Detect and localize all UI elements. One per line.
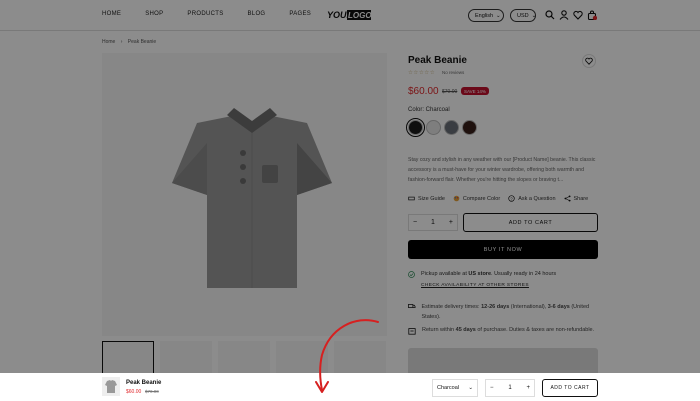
sticky-variant-label: Charcoal [437,385,460,391]
sticky-add-to-cart-button[interactable]: ADD TO CART [542,379,598,397]
sticky-product-title: Peak Beanie [126,380,162,386]
annotation-arrow-icon [315,319,379,393]
sticky-product-price: $60.00 [126,389,142,395]
minus-icon[interactable]: − [490,385,494,391]
sticky-product-thumbnail [102,377,120,396]
chevron-down-icon: ⌄ [468,385,473,391]
sticky-quantity-stepper[interactable]: − 1 + [485,379,535,397]
sticky-quantity-value[interactable]: 1 [508,385,511,391]
sticky-compare-price: $70.00 [145,389,159,394]
shirt-icon [105,380,117,393]
sticky-variant-select[interactable]: Charcoal ⌄ [432,379,478,397]
product-page: HOME SHOP PRODUCTS BLOG PAGES YOUR LOGO … [0,0,700,401]
plus-icon[interactable]: + [526,385,530,391]
